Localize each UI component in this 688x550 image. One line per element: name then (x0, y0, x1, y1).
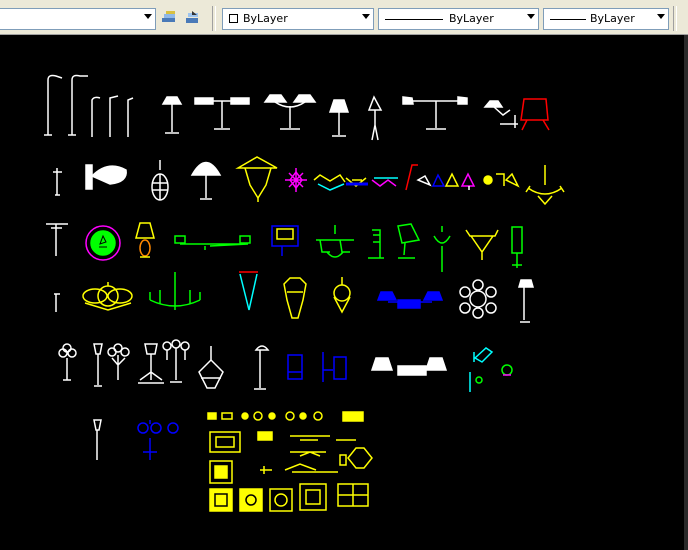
green-wall-sconce-block (511, 226, 523, 268)
chandelier-set-block (313, 174, 398, 191)
linetype-control-value: ByLayer (449, 12, 494, 25)
linetype-control-dropdown[interactable]: ByLayer (378, 8, 539, 30)
floor-lamp-block (161, 96, 183, 134)
properties-toolbar: ByLayer ByLayer ByLayer (0, 0, 688, 35)
green-desk-lamp-block (397, 223, 421, 259)
lineweight-sample-line (550, 19, 586, 20)
triple-lamp-block (263, 94, 317, 130)
mushroom-lamp-block (190, 161, 222, 200)
street-lamp-block (44, 74, 134, 137)
toolbar-separator (673, 6, 677, 31)
red-lamp-block (520, 98, 550, 131)
triple-globe-lamp-block (58, 343, 77, 381)
yellow-hanging-lamp-block (235, 156, 278, 202)
lineweight-control-dropdown[interactable]: ByLayer (543, 8, 669, 30)
blue-wall-pair-block (287, 352, 347, 382)
layer-states-icon[interactable] (160, 9, 178, 27)
color-control-dropdown[interactable]: ByLayer (222, 8, 374, 30)
blue-double-wall-lamp-block (376, 291, 444, 309)
twin-globe-lamp-block (107, 343, 130, 380)
pendant-lamp-block (367, 95, 383, 141)
white-flower-chandelier-block (459, 279, 497, 319)
yellow-chandelier-block (525, 165, 565, 206)
cyan-cone-pendant-block (239, 271, 258, 311)
chevron-down-icon[interactable] (657, 14, 665, 19)
torch-lamp-block (93, 343, 103, 387)
white-bollard-block (93, 419, 102, 460)
color-control-value: ByLayer (243, 12, 288, 25)
green-floor-light-block (368, 229, 384, 259)
toolbar-separator (212, 6, 216, 31)
cluster-lamp-block (162, 339, 190, 383)
outdoor-wall-lamp-block (85, 164, 127, 190)
cad-drawing (44, 74, 565, 512)
green-double-lamp-block (174, 235, 251, 250)
blue-double-lamp-post-block (137, 420, 179, 460)
green-chandelier-block (316, 225, 354, 258)
color-swatch (229, 14, 238, 23)
yellow-lantern-block (283, 277, 307, 319)
desk-lamp-block (328, 99, 350, 137)
yellow-table-lamp-block (135, 222, 155, 258)
vertical-scrollbar[interactable] (684, 35, 688, 550)
yellow-bell-lamp-block (333, 277, 351, 314)
wall-lamp-block (483, 100, 518, 128)
blue-wall-light-block (271, 225, 299, 256)
chevron-down-icon[interactable] (527, 14, 535, 19)
cyan-spot-lamp-block (469, 347, 513, 392)
drawing-canvas[interactable] (0, 35, 688, 550)
linetype-sample-line (385, 19, 443, 20)
arc-lamp-block (402, 96, 468, 130)
double-floor-lamp-block (194, 97, 250, 130)
layer-previous-icon[interactable] (183, 9, 201, 27)
magenta-star-lamp-block (285, 168, 307, 192)
lamp-row-block (405, 164, 520, 191)
white-twin-wall-lamp-block (370, 357, 448, 376)
yellow-crystal-chandelier-block (82, 282, 133, 311)
green-pendant-block (433, 226, 451, 272)
t-post-lamp-block (46, 223, 68, 256)
wall-bracket-block (54, 293, 60, 312)
white-reading-lamp-block (518, 279, 534, 323)
chevron-down-icon[interactable] (144, 14, 152, 19)
white-basket-pendant-block (198, 346, 224, 389)
cage-lamp-block (151, 160, 169, 201)
yellow-bowl-lamp-block (465, 229, 499, 260)
garden-lamp-block (138, 343, 164, 384)
chevron-down-icon[interactable] (362, 14, 370, 19)
lineweight-control-value: ByLayer (590, 12, 635, 25)
yellow-symbol-library-block (207, 411, 373, 512)
wall-sconce-block (53, 168, 62, 196)
layer-control-dropdown[interactable] (0, 8, 156, 30)
green-candle-chandelier-block (149, 272, 201, 310)
white-post-lamp-block (254, 345, 270, 390)
magenta-ceiling-fan-block (85, 225, 121, 261)
